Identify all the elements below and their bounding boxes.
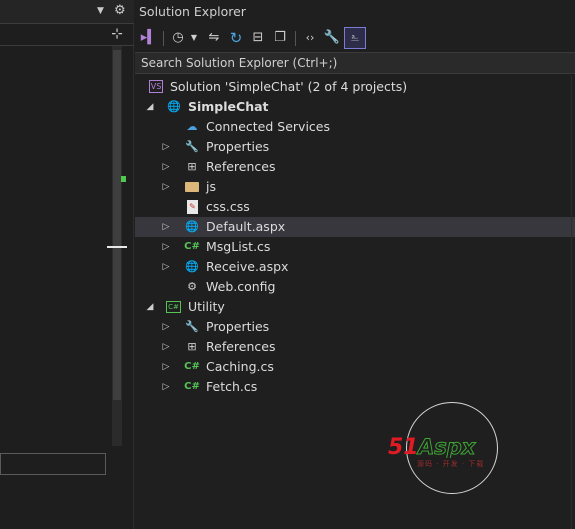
chevron-down-icon[interactable]: ▼ [97, 6, 107, 16]
sync-icon[interactable]: ⇋ [205, 28, 223, 48]
expand-arrow-icon[interactable]: ◢ [145, 297, 155, 317]
tree-item-label: Utility [188, 299, 225, 314]
references-icon: ⊞ [187, 160, 197, 173]
scrollbar-thumb[interactable] [113, 50, 121, 400]
scrollbar-caret-marker [107, 246, 127, 248]
expand-arrow-icon[interactable]: ▷ [161, 217, 171, 237]
collapse-all-icon[interactable]: ⊟ [249, 28, 267, 48]
toolbar-separator [295, 31, 296, 46]
wrench-icon[interactable]: 🔧 [323, 28, 341, 48]
tree-item-label: Properties [206, 319, 270, 334]
tree-item-references[interactable]: ▷ ⊞ References [135, 157, 575, 177]
tree-item-project-utility[interactable]: ◢ C# Utility [135, 297, 575, 317]
connected-services-icon: ☁ [186, 120, 198, 133]
css-file-icon: ✎ [187, 200, 198, 214]
solution-tree: VS Solution 'SimpleChat' (2 of 4 project… [135, 77, 575, 397]
explorer-toolbar: ▸▍ ◷ ▼ ⇋ ↻ ⊟ ❐ ‹› 🔧 ⎁ [135, 26, 575, 52]
tree-item-label: Default.aspx [206, 219, 286, 234]
tree-item-default-aspx[interactable]: ▷ 🌐 Default.aspx [135, 217, 575, 237]
expand-arrow-icon[interactable]: ▷ [161, 377, 171, 397]
tree-item-connected-services[interactable]: ☁ Connected Services [135, 117, 575, 137]
tree-item-label: js [206, 179, 216, 194]
vs-switch-icon[interactable]: ▸▍ [139, 28, 159, 48]
tree-item-js-folder[interactable]: ▷ js [135, 177, 575, 197]
aspx-file-icon: 🌐 [185, 220, 199, 233]
tagline-text: 源码 · 开发 · 下载 [417, 459, 484, 468]
expand-arrow-icon[interactable]: ▷ [161, 237, 171, 257]
aspx-file-icon: 🌐 [185, 260, 199, 273]
dropdown-icon[interactable]: ▼ [189, 28, 199, 48]
brand-number: 51 [388, 435, 419, 460]
tree-item-web-config[interactable]: ⚙ Web.config [135, 277, 575, 297]
find-input[interactable] [0, 453, 106, 475]
tree-item-properties[interactable]: ▷ 🔧 Properties [135, 137, 575, 157]
history-icon[interactable]: ◷ [169, 28, 187, 48]
expand-arrow-icon[interactable]: ▷ [161, 157, 171, 177]
expand-arrow-icon[interactable]: ▷ [161, 177, 171, 197]
brand-text: Aspx [416, 435, 477, 459]
wrench-icon: 🔧 [185, 140, 199, 153]
search-input[interactable] [135, 53, 575, 73]
split-editor-icon[interactable]: ⊹ [109, 26, 125, 42]
editor-header: ▼ ⚙ [0, 0, 134, 24]
wrench-icon: 🔧 [185, 320, 199, 333]
tree-item-label: Web.config [206, 279, 276, 294]
tree-item-fetch-cs[interactable]: ▷ C# Fetch.cs [135, 377, 575, 397]
explorer-edge [571, 76, 572, 529]
references-icon: ⊞ [187, 340, 197, 353]
tree-item-label: Connected Services [206, 119, 330, 134]
expand-arrow-icon[interactable]: ▷ [161, 137, 171, 157]
expand-arrow-icon[interactable]: ▷ [161, 317, 171, 337]
tree-item-caching-cs[interactable]: ▷ C# Caching.cs [135, 357, 575, 377]
expand-arrow-icon[interactable]: ▷ [161, 257, 171, 277]
tree-item-label: Caching.cs [206, 359, 274, 374]
tree-item-label: MsgList.cs [206, 239, 271, 254]
tree-item-label: References [206, 159, 276, 174]
config-file-icon: ⚙ [187, 280, 197, 293]
tree-item-css[interactable]: ✎ css.css [135, 197, 575, 217]
expand-arrow-icon[interactable]: ▷ [161, 357, 171, 377]
expand-arrow-icon[interactable]: ◢ [145, 97, 155, 117]
tree-item-label: css.css [206, 199, 250, 214]
tree-item-msglist-cs[interactable]: ▷ C# MsgList.cs [135, 237, 575, 257]
panel-title: Solution Explorer [139, 4, 246, 19]
tree-item-label: Fetch.cs [206, 379, 258, 394]
tree-item-label: Solution 'SimpleChat' (2 of 4 projects) [170, 79, 408, 94]
tree-item-label: Receive.aspx [206, 259, 289, 274]
watermark-brand-logo: 51 Aspx 源码 · 开发 · 下载 [388, 435, 484, 468]
tree-item-solution[interactable]: VS Solution 'SimpleChat' (2 of 4 project… [135, 77, 575, 97]
solution-icon: VS [149, 80, 163, 93]
search-box[interactable] [135, 52, 575, 74]
tree-item-receive-aspx[interactable]: ▷ 🌐 Receive.aspx [135, 257, 575, 277]
refresh-icon[interactable]: ↻ [227, 28, 245, 48]
csharp-file-icon: C# [184, 381, 200, 392]
copy-icon[interactable]: ❐ [271, 28, 289, 48]
folder-icon [185, 182, 199, 192]
gear-icon[interactable]: ⚙ [114, 3, 126, 19]
toolbar-separator [163, 31, 164, 46]
tree-item-label: References [206, 339, 276, 354]
web-project-icon: 🌐 [167, 100, 181, 113]
expand-arrow-icon[interactable]: ▷ [161, 337, 171, 357]
tree-item-references[interactable]: ▷ ⊞ References [135, 337, 575, 357]
csharp-file-icon: C# [184, 361, 200, 372]
tree-item-properties[interactable]: ▷ 🔧 Properties [135, 317, 575, 337]
tree-item-label: SimpleChat [188, 99, 269, 114]
tree-item-label: Properties [206, 139, 270, 154]
editor-pane: ▼ ⚙ ⊹ [0, 0, 134, 529]
csharp-file-icon: C# [184, 241, 200, 252]
preview-icon[interactable]: ⎁ [344, 27, 366, 49]
watermark-logo: 51 Aspx 源码 · 开发 · 下载 [386, 402, 516, 497]
code-icon[interactable]: ‹› [301, 28, 319, 48]
csharp-library-icon: C# [166, 301, 181, 313]
tree-item-project-simplechat[interactable]: ◢ 🌐 SimpleChat [135, 97, 575, 117]
scrollbar-change-marker [121, 176, 126, 182]
